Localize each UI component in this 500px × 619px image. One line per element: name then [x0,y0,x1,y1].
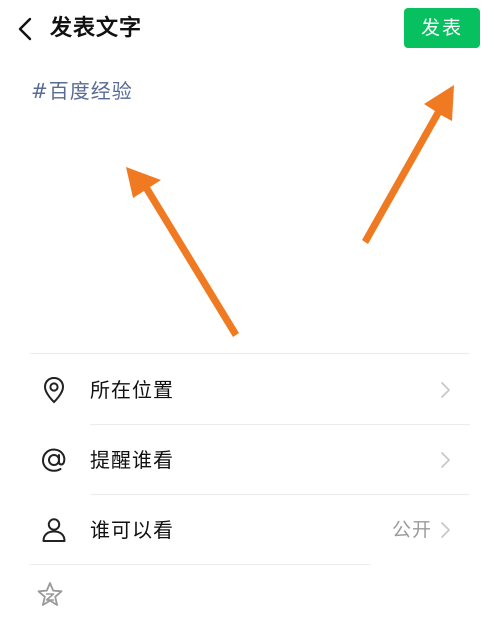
divider [30,353,470,354]
top-bar: 发表文字 发表 [0,0,500,60]
text-editor[interactable]: #百度经验 [0,60,500,352]
option-visibility[interactable]: 谁可以看 公开 [0,496,500,564]
chevron-right-icon [441,382,450,398]
chevron-right-icon [441,452,450,468]
visibility-value: 公开 [391,519,432,541]
page-title: 发表文字 [50,16,143,41]
option-remind[interactable]: 提醒谁看 [0,426,500,494]
divider [30,564,370,565]
divider [90,494,470,495]
option-label: 所在位置 [90,378,174,402]
publish-button[interactable]: 发表 [404,8,480,48]
editor-text[interactable]: #百度经验 [31,76,133,106]
option-label: 提醒谁看 [90,448,174,472]
person-icon [42,518,66,542]
chevron-right-icon [441,522,450,538]
option-location[interactable]: 所在位置 [0,356,500,424]
chevron-left-icon[interactable] [14,14,38,44]
location-pin-icon [43,376,65,404]
at-sign-icon [41,448,66,472]
divider [90,424,470,425]
option-label: 谁可以看 [90,518,174,542]
favorite-row[interactable] [0,568,500,619]
star-icon[interactable] [35,580,65,610]
